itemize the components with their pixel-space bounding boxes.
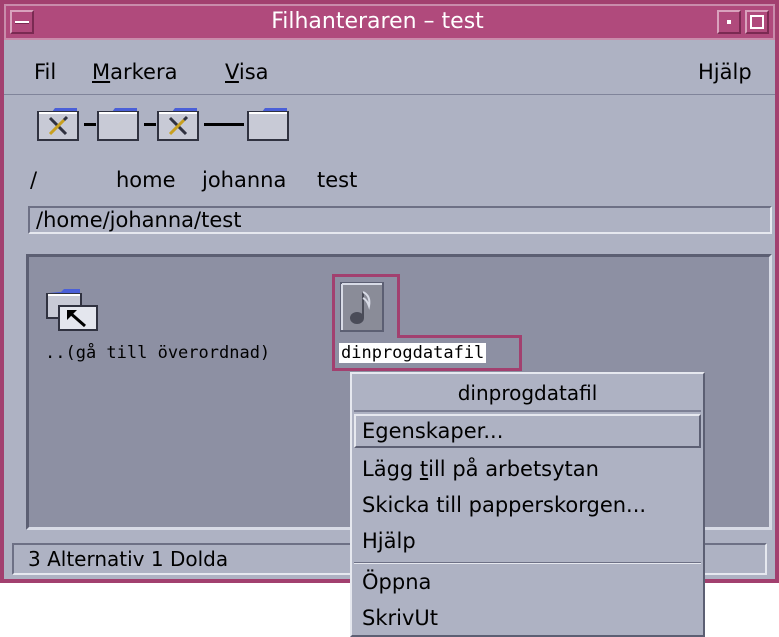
menu-markera[interactable]: Markera bbox=[92, 60, 177, 84]
parent-folder-icon[interactable] bbox=[45, 288, 101, 334]
menu-separator bbox=[354, 562, 701, 564]
folder-icon[interactable] bbox=[246, 106, 290, 142]
menu-item-skicka-papperskorgen[interactable]: Skicka till papperskorgen... bbox=[354, 488, 701, 522]
menu-item-lagg-till-arbetsytan[interactable]: Lägg till på arbetsytan bbox=[354, 452, 701, 486]
menu-visa[interactable]: Visa bbox=[225, 60, 269, 84]
menu-visa-rest: isa bbox=[238, 60, 269, 84]
file-label-parent[interactable]: ..(gå till överordnad) bbox=[45, 343, 270, 363]
menu-hjalp[interactable]: Hjälp bbox=[698, 60, 752, 84]
menu-fil[interactable]: Fil bbox=[34, 60, 56, 84]
path-label-root[interactable]: / bbox=[30, 168, 37, 192]
path-label-home[interactable]: home bbox=[116, 168, 176, 192]
window-title: Filhanteraren – test bbox=[271, 9, 484, 34]
folder-tools-icon[interactable] bbox=[156, 106, 200, 142]
maximize-button[interactable] bbox=[745, 10, 769, 34]
menu-visa-mnemonic: V bbox=[225, 60, 239, 84]
path-connector bbox=[84, 123, 96, 126]
window-menu-button[interactable] bbox=[10, 10, 34, 34]
path-field[interactable]: /home/johanna/test bbox=[28, 206, 772, 234]
path-label-johanna[interactable]: johanna bbox=[202, 168, 286, 192]
context-menu-title: dinprogdatafil bbox=[354, 376, 701, 412]
menu-markera-mnemonic: M bbox=[92, 60, 111, 84]
menu-item-skrivut[interactable]: SkrivUt bbox=[354, 601, 701, 635]
title-bar[interactable]: Filhanteraren – test bbox=[4, 4, 775, 40]
audio-file-icon[interactable] bbox=[340, 282, 384, 332]
menu-item-lagg-post: ill på arbetsytan bbox=[428, 457, 599, 481]
menu-item-lagg-pre: Lägg bbox=[362, 457, 420, 481]
menu-item-oppna[interactable]: Öppna bbox=[354, 565, 701, 599]
menu-item-hjalp[interactable]: Hjälp bbox=[354, 524, 701, 558]
selection-outline-join bbox=[397, 335, 522, 338]
folder-icon[interactable] bbox=[96, 106, 140, 142]
selection-outline-left bbox=[332, 335, 335, 371]
context-menu: dinprogdatafil Egenskaper... Lägg till p… bbox=[350, 372, 705, 637]
minimize-button[interactable] bbox=[717, 10, 741, 34]
path-icon-bar: / home johanna test bbox=[4, 96, 775, 202]
menu-bar: Fil Markera Visa Hjälp bbox=[4, 44, 775, 95]
folder-tools-icon[interactable] bbox=[36, 106, 80, 142]
path-connector bbox=[144, 123, 156, 126]
path-connector bbox=[204, 123, 244, 126]
path-label-test[interactable]: test bbox=[317, 168, 357, 192]
file-label-dinprogdatafil[interactable]: dinprogdatafil bbox=[339, 343, 487, 363]
menu-item-lagg-mnemonic: t bbox=[419, 457, 429, 481]
menu-item-egenskaper[interactable]: Egenskaper... bbox=[354, 414, 701, 448]
menu-markera-rest: arkera bbox=[110, 60, 178, 84]
